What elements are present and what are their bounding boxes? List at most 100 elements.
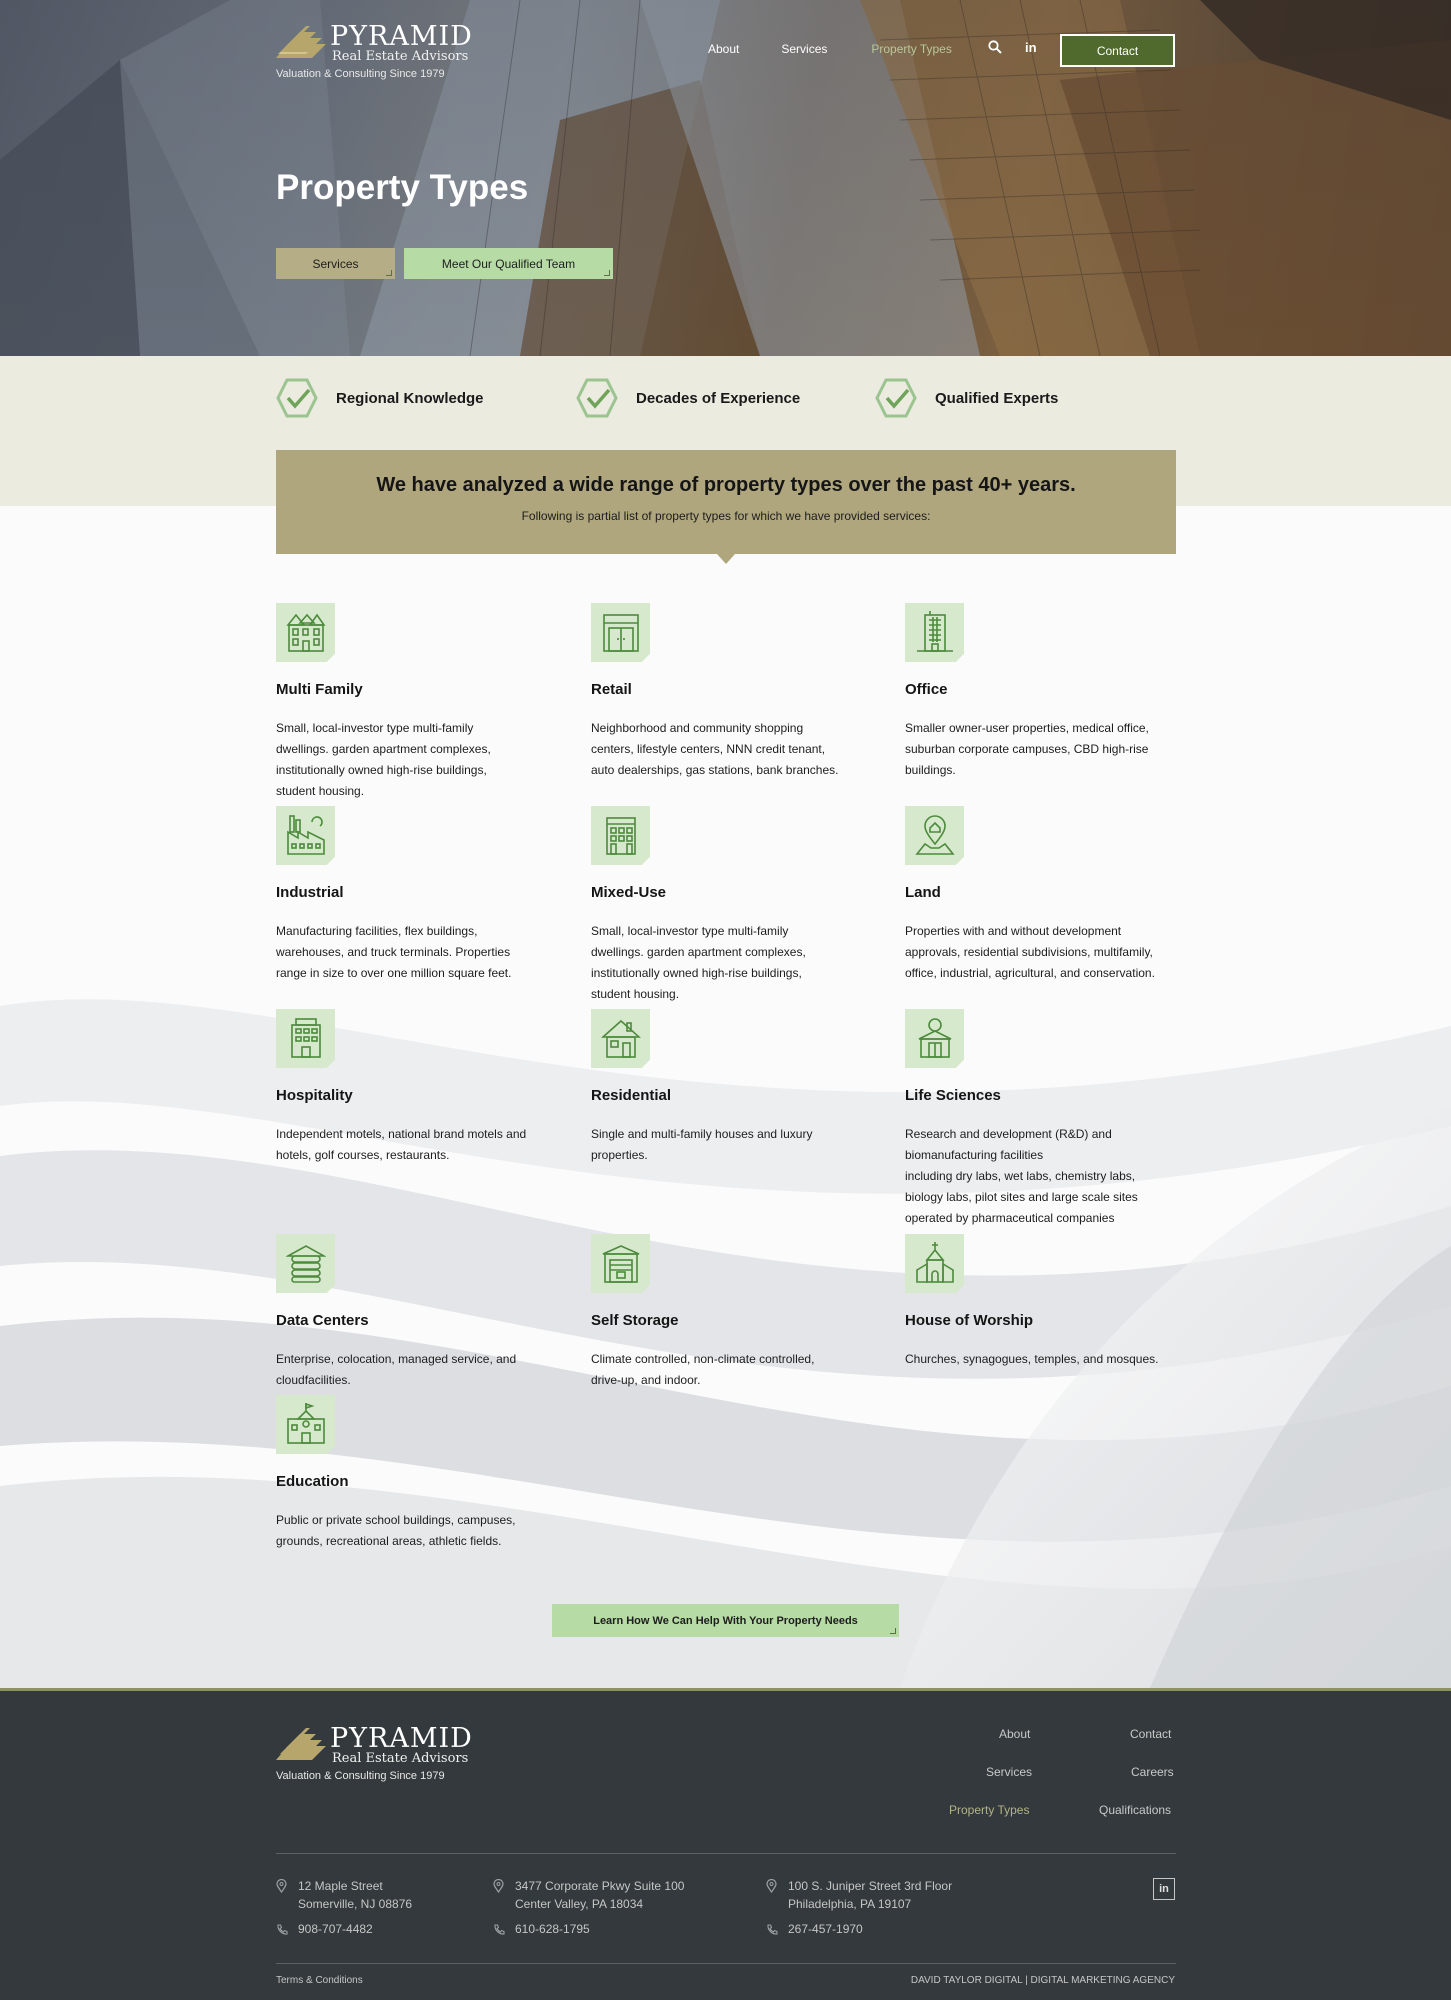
page-title: Property Types	[276, 168, 529, 207]
phone-icon	[494, 1924, 505, 1935]
footer-link-about[interactable]: About	[999, 1727, 1030, 1741]
church-icon	[916, 1242, 954, 1283]
property-type-description: Climate controlled, non-climate controll…	[591, 1352, 815, 1387]
office-phone-philadelphia[interactable]: 267-457-1970	[767, 1922, 863, 1936]
nav-about[interactable]: About	[708, 42, 739, 56]
storage-unit-icon	[602, 1245, 640, 1283]
property-type-title: Office	[905, 681, 948, 698]
storefront-icon	[603, 614, 639, 652]
feature-label: Qualified Experts	[935, 389, 1059, 407]
brand-name: PYRAMID	[330, 1723, 473, 1754]
brand-tagline: Valuation & Consulting Since 1979	[276, 68, 445, 80]
check-hexagon-icon	[576, 378, 618, 418]
property-icon-tile	[905, 1009, 964, 1068]
property-type-description: Neighborhood and community shopping cent…	[591, 721, 839, 777]
main-nav: About Services Property Types	[708, 42, 994, 56]
search-icon[interactable]	[988, 40, 1002, 54]
property-type-data-centers: Data Centers Enterprise, colocation, man…	[276, 1234, 556, 1391]
mixed-use-building-icon	[606, 817, 636, 855]
meet-team-button[interactable]: Meet Our Qualified Team	[404, 248, 613, 279]
property-type-description: Independent motels, national brand motel…	[276, 1127, 527, 1162]
phone-icon	[277, 1924, 288, 1935]
footer-link-property-types[interactable]: Property Types	[949, 1803, 1029, 1817]
hotel-icon	[291, 1018, 321, 1058]
site-footer	[0, 1688, 1451, 2000]
footer-linkedin-icon[interactable]: in	[1153, 1878, 1175, 1900]
brand-tagline: Valuation & Consulting Since 1979	[276, 1770, 445, 1782]
property-type-title: Data Centers	[276, 1312, 369, 1329]
pyramid-logo-icon	[276, 1728, 326, 1760]
nav-property-types[interactable]: Property Types	[871, 42, 951, 56]
address-line: Somerville, NJ 08876	[298, 1897, 413, 1911]
property-type-description: Public or private school buildings, camp…	[276, 1513, 516, 1548]
property-type-residential: Residential Single and multi-family hous…	[591, 1009, 871, 1166]
property-type-description: Small, local-investor type multi-family …	[591, 924, 806, 1001]
map-pin-icon	[276, 1879, 287, 1893]
footer-link-contact[interactable]: Contact	[1130, 1727, 1171, 1741]
office-address-somerville: 12 Maple Street Somerville, NJ 08876	[276, 1877, 413, 1913]
address-line: Philadelphia, PA 19107	[788, 1897, 912, 1911]
intro-heading: We have analyzed a wide range of propert…	[376, 474, 1076, 496]
feature-regional-knowledge: Regional Knowledge	[276, 378, 484, 418]
property-type-mixed-use: Mixed-Use Small, local-investor type mul…	[591, 806, 871, 1005]
services-button[interactable]: Services	[276, 248, 395, 279]
property-type-description: Enterprise, colocation, managed service,…	[276, 1352, 517, 1387]
property-type-retail: Retail Neighborhood and community shoppi…	[591, 603, 871, 781]
office-phone-somerville[interactable]: 908-707-4482	[277, 1922, 373, 1936]
property-type-description: Research and development (R&D) and bioma…	[905, 1127, 1138, 1225]
house-icon	[601, 1019, 641, 1058]
property-icon-tile	[591, 603, 650, 662]
property-type-description: Small, local-investor type multi-family …	[276, 721, 491, 798]
pyramid-logo-icon	[276, 26, 326, 58]
footer-link-services[interactable]: Services	[986, 1765, 1032, 1779]
property-icon-tile	[905, 806, 964, 865]
brand-subtitle: Real Estate Advisors	[332, 49, 469, 64]
property-icon-tile	[276, 1395, 335, 1454]
contact-button[interactable]: Contact	[1060, 34, 1175, 67]
terms-link[interactable]: Terms & Conditions	[276, 1975, 363, 1986]
brand-name: PYRAMID	[330, 21, 473, 52]
property-type-title: Mixed-Use	[591, 884, 667, 901]
brand-subtitle: Real Estate Advisors	[332, 1751, 469, 1766]
footer-link-qualifications[interactable]: Qualifications	[1099, 1803, 1171, 1817]
address-line: 12 Maple Street	[298, 1879, 383, 1893]
nav-services[interactable]: Services	[781, 42, 827, 56]
footer-logo[interactable]: PYRAMID Real Estate Advisors Valuation &…	[276, 1723, 473, 1782]
property-type-hospitality: Hospitality Independent motels, national…	[276, 1009, 556, 1166]
property-type-title: Hospitality	[276, 1087, 353, 1104]
header-logo[interactable]: PYRAMID Real Estate Advisors Valuation &…	[276, 21, 473, 80]
property-type-title: Education	[276, 1473, 349, 1490]
map-pin-icon	[766, 1879, 777, 1893]
feature-qualified-experts: Qualified Experts	[875, 378, 1058, 418]
property-type-title: Retail	[591, 681, 632, 698]
property-type-industrial: Industrial Manufacturing facilities, fle…	[276, 806, 556, 984]
property-type-multi-family: Multi Family Small, local-investor type …	[276, 603, 556, 802]
apartment-building-icon	[286, 613, 326, 652]
property-type-description: Properties with and without development …	[905, 924, 1155, 980]
linkedin-icon[interactable]: in	[1025, 40, 1037, 55]
property-type-land: Land Properties with and without develop…	[905, 806, 1185, 984]
property-type-description: Single and multi-family houses and luxur…	[591, 1127, 813, 1162]
footer-link-careers[interactable]: Careers	[1131, 1765, 1174, 1779]
property-icon-tile	[591, 806, 650, 865]
property-icon-tile	[591, 1234, 650, 1293]
feature-label: Regional Knowledge	[336, 389, 484, 407]
property-type-office: Office Smaller owner-user properties, me…	[905, 603, 1185, 781]
property-type-title: Land	[905, 884, 941, 901]
property-icon-tile	[276, 806, 335, 865]
feature-label: Decades of Experience	[636, 389, 801, 407]
intro-banner: We have analyzed a wide range of propert…	[276, 450, 1176, 564]
office-address-center-valley: 3477 Corporate Pkwy Suite 100 Center Val…	[493, 1877, 684, 1913]
property-type-description: Smaller owner-user properties, medical o…	[905, 721, 1149, 777]
learn-how-button[interactable]: Learn How We Can Help With Your Property…	[552, 1604, 899, 1637]
property-icon-tile	[905, 1234, 964, 1293]
agency-credit-link[interactable]: DAVID TAYLOR DIGITAL | DIGITAL MARKETING…	[911, 1975, 1175, 1986]
property-type-title: Life Sciences	[905, 1087, 1001, 1104]
check-hexagon-icon	[875, 378, 917, 418]
property-icon-tile	[276, 1009, 335, 1068]
property-type-education: Education Public or private school build…	[276, 1395, 556, 1552]
office-phone-center-valley[interactable]: 610-628-1795	[494, 1922, 590, 1936]
school-icon	[287, 1403, 325, 1444]
property-type-self-storage: Self Storage Climate controlled, non-cli…	[591, 1234, 871, 1391]
property-icon-tile	[591, 1009, 650, 1068]
